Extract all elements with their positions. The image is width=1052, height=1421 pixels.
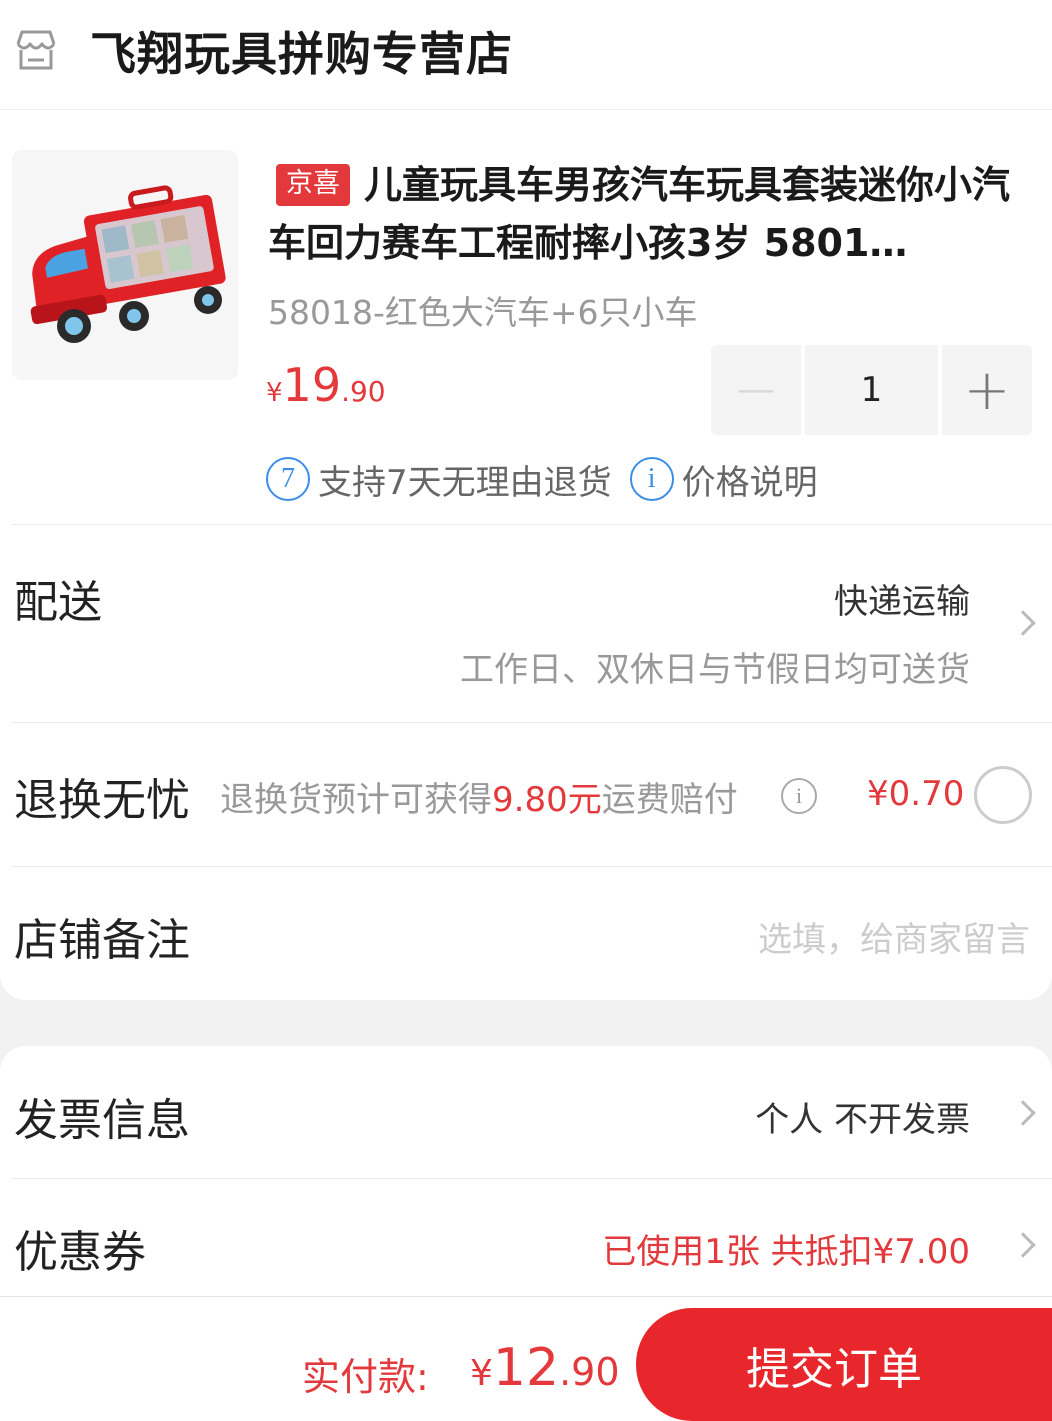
jingxi-tag: 京喜 — [276, 164, 350, 206]
pay-decimal: .90 — [559, 1350, 620, 1394]
pay-symbol: ¥ — [470, 1353, 493, 1394]
product-title-text: 儿童玩具车男孩汽车玩具套装迷你小汽车回力赛车工程耐摔小孩3岁 5801… — [268, 163, 1011, 265]
price-symbol: ¥ — [266, 378, 283, 408]
price-decimal: .90 — [341, 375, 386, 408]
store-note-input[interactable]: 选填，给商家留言 — [758, 912, 1030, 961]
store-card: 飞翔玩具拼购专营店 京喜 儿童玩具车男孩汽车玩具套装迷你小汽车回力赛车工程耐摔小… — [0, 0, 1052, 1000]
quantity-stepper: − 1 + — [711, 345, 1032, 435]
decrease-button[interactable]: − — [711, 345, 801, 435]
chevron-right-icon[interactable] — [1010, 610, 1036, 636]
pay-amount: ¥12.90 — [470, 1338, 620, 1398]
submit-order-button[interactable]: 提交订单 — [636, 1308, 1052, 1421]
product-price: ¥19.90 — [266, 358, 386, 412]
service-row: 7 支持7天无理由退货 i 价格说明 — [266, 455, 836, 504]
product-image[interactable] — [12, 150, 238, 380]
pay-label: 实付款: — [302, 1355, 429, 1399]
seven-day-return-text[interactable]: 支持7天无理由退货 — [318, 455, 612, 504]
product-spec[interactable]: 58018-红色大汽车+6只小车 — [268, 286, 698, 334]
divider — [12, 524, 1052, 525]
return-description: 退换货预计可获得9.80元运费赔付 — [220, 772, 738, 821]
return-insurance-checkbox[interactable] — [974, 766, 1032, 824]
divider — [12, 866, 1052, 867]
return-desc-prefix: 退换货预计可获得 — [220, 780, 492, 820]
increase-button[interactable]: + — [942, 345, 1032, 435]
store-icon — [16, 30, 56, 70]
price-integer: 19 — [282, 358, 342, 412]
delivery-method[interactable]: 快递运输 — [834, 574, 970, 623]
invoice-label: 发票信息 — [14, 1095, 190, 1146]
divider — [12, 1178, 1052, 1179]
delivery-time[interactable]: 工作日、双休日与节假日均可送货 — [460, 642, 970, 691]
return-desc-amount: 9.80元 — [492, 780, 602, 820]
invoice-value[interactable]: 个人 不开发票 — [755, 1092, 970, 1141]
seven-day-return-icon: 7 — [266, 457, 310, 501]
delivery-label: 配送 — [14, 577, 102, 628]
info-icon[interactable]: i — [781, 778, 817, 814]
coupon-label: 优惠券 — [14, 1227, 146, 1278]
return-worry-free-label: 退换无忧 — [14, 775, 190, 826]
toy-truck-image — [12, 150, 238, 380]
return-desc-suffix: 运费赔付 — [601, 780, 738, 820]
price-explanation-link[interactable]: 价格说明 — [682, 455, 818, 504]
store-name[interactable]: 飞翔玩具拼购专营店 — [90, 18, 513, 84]
pay-integer: 12 — [492, 1338, 560, 1398]
return-price: ¥0.70 — [867, 774, 965, 814]
info-icon: i — [629, 457, 674, 501]
product-title[interactable]: 京喜 儿童玩具车男孩汽车玩具套装迷你小汽车回力赛车工程耐摔小孩3岁 5801… — [268, 156, 1028, 272]
divider — [12, 722, 1052, 723]
quantity-input[interactable]: 1 — [805, 345, 938, 435]
checkout-page: 飞翔玩具拼购专营店 京喜 儿童玩具车男孩汽车玩具套装迷你小汽车回力赛车工程耐摔小… — [0, 0, 1052, 1421]
coupon-value[interactable]: 已使用1张 共抵扣¥7.00 — [602, 1224, 970, 1273]
store-note-label: 店铺备注 — [14, 915, 190, 966]
store-header[interactable]: 飞翔玩具拼购专营店 — [0, 0, 1052, 110]
